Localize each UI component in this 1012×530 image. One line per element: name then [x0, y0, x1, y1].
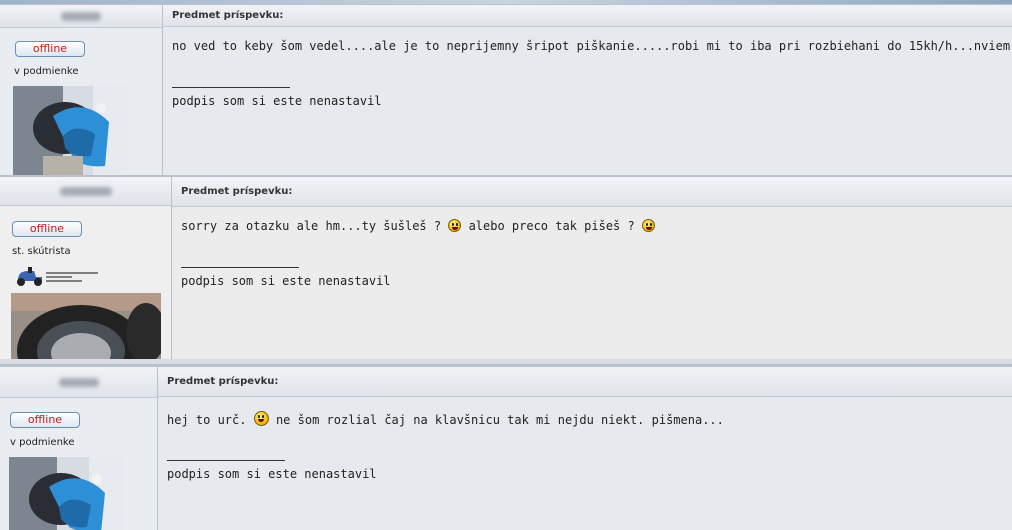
message-text-part: ne šom rozlial čaj na klavšnicu tak mi n…	[275, 413, 724, 427]
post-signature: podpis som si este nenastavil	[172, 94, 382, 108]
subject-header: Predmet príspevku:	[158, 367, 1012, 397]
user-rank: v podmienke	[14, 66, 79, 77]
forum-post: offline st. skútrista Predmet príspevku:…	[0, 175, 1012, 359]
smiley-icon	[448, 219, 462, 232]
post-message: sorry za otazku ale hm...ty šušleš ? ale…	[181, 219, 655, 233]
post-message: no ved to keby šom vedel....ale je to ne…	[172, 39, 1012, 53]
offline-badge-icon: offline	[12, 221, 82, 237]
user-rank: st. skútrista	[12, 246, 71, 257]
post-author-panel: offline st. skútrista	[0, 177, 172, 359]
signature-divider	[172, 87, 290, 88]
subject-header: Predmet príspevku:	[172, 177, 1012, 207]
avatar-image[interactable]	[13, 86, 127, 175]
subject-header: Predmet príspevku:	[163, 5, 1012, 27]
user-rank: v podmienke	[10, 437, 75, 448]
blurred-username[interactable]	[61, 11, 101, 21]
signature-divider	[167, 460, 285, 461]
signature-divider	[181, 267, 299, 268]
post-author-panel: offline v podmienke	[0, 5, 163, 175]
laughing-smiley-icon	[253, 411, 269, 426]
forum-post: offline v podmienke Predmet príspevku: h…	[0, 364, 1012, 530]
username-header	[0, 177, 171, 206]
offline-badge-icon: offline	[15, 41, 85, 57]
post-signature: podpis som si este nenastavil	[181, 274, 391, 288]
post-message: hej to urč. ne šom rozlial čaj na klavšn…	[167, 411, 724, 427]
message-text-part: alebo preco tak pišeš ?	[468, 219, 635, 233]
forum-post: offline v podmienke Predmet príspevku: n…	[0, 4, 1012, 175]
smiley-icon	[641, 219, 655, 232]
message-text-part: sorry za otazku ale hm...ty šušleš ?	[181, 219, 442, 233]
username-header	[0, 5, 162, 28]
blurred-username[interactable]	[58, 377, 99, 387]
post-author-panel: offline v podmienke	[0, 367, 158, 530]
avatar-image[interactable]	[11, 293, 161, 359]
post-signature: podpis som si este nenastavil	[167, 467, 377, 481]
username-header	[0, 367, 157, 398]
message-text-part: hej to urč.	[167, 413, 247, 427]
avatar-image[interactable]	[9, 457, 123, 530]
offline-badge-icon: offline	[10, 412, 80, 428]
scooter-rank-icon	[12, 265, 102, 287]
blurred-username[interactable]	[59, 186, 112, 196]
